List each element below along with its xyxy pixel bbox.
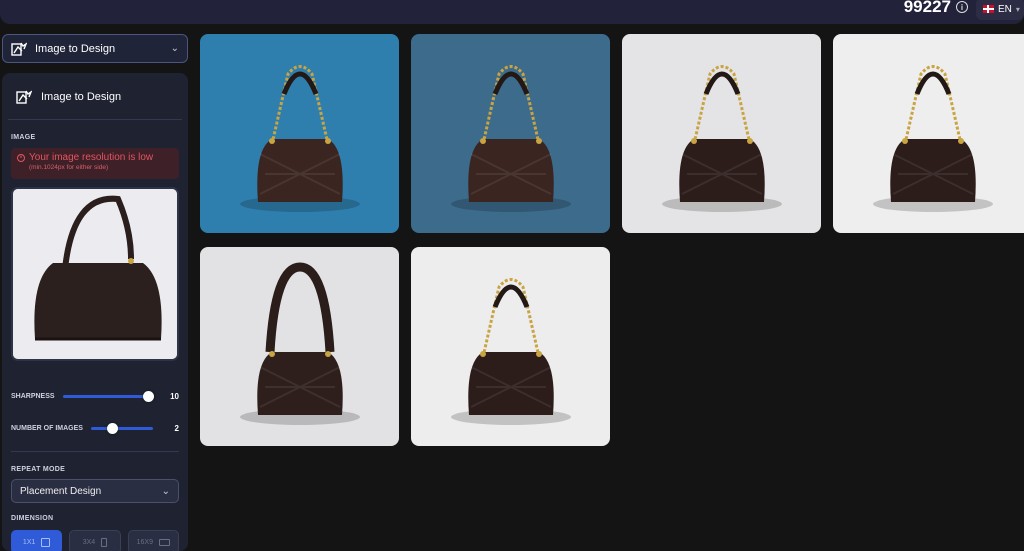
credits-count: 99227 [903,0,951,16]
resolution-warning: × Your image resolution is low (min.1024… [11,148,179,179]
image-to-design-icon [16,90,32,104]
chevron-down-icon: ▾ [1015,4,1020,14]
handbag-image [240,262,360,425]
repeat-mode-value: Placement Design [20,485,102,497]
sharpness-label: SHARPNESS [11,392,55,400]
landscape-icon [159,538,170,546]
info-icon[interactable]: i [956,1,968,13]
dimension-option-1x1[interactable]: 1X1 [11,530,63,551]
dimension-option-3x4[interactable]: 3X4 [69,530,121,551]
uploaded-image-preview[interactable] [11,187,179,361]
panel-header: Image to Design [8,73,182,120]
result-image-5[interactable] [200,247,399,446]
result-image-2[interactable] [411,34,610,233]
chevron-down-icon: ⌄ [170,43,179,54]
square-icon [41,537,51,547]
num-images-value: 2 [174,423,179,433]
settings-panel: Image to Design IMAGE × Your image resol… [2,73,188,551]
warning-title: Your image resolution is low [29,152,154,163]
image-section-label: IMAGE [11,134,36,141]
num-images-row: NUMBER OF IMAGES 2 [2,421,188,435]
chevron-down-icon: ⌄ [161,485,170,497]
top-bar: 99227 i EN ▾ [0,0,1024,24]
handbag-image [13,189,177,359]
error-icon: × [17,154,25,162]
num-images-slider-thumb[interactable] [106,422,118,434]
tool-selector-label: Image to Design [35,42,116,55]
dimension-option-16x9[interactable]: 16X9 [127,530,179,551]
panel-title: Image to Design [41,91,122,103]
sharpness-slider-thumb[interactable] [142,390,154,402]
sharpness-value: 10 [170,391,179,401]
repeat-mode-dropdown[interactable]: Placement Design ⌄ [11,479,179,503]
language-label: EN [998,3,1012,15]
sharpness-row: SHARPNESS 10 [2,389,188,403]
result-image-3[interactable] [622,34,821,233]
repeat-mode-label: REPEAT MODE [11,466,66,473]
dimension-options: 1X1 3X4 16X9 [11,530,179,551]
warning-subtitle: (min.1024px for either side) [29,164,109,171]
handbag-image [240,65,360,212]
credits-display: 99227 i [904,0,968,17]
handbag-image [451,65,571,212]
result-image-6[interactable] [411,247,610,446]
language-selector[interactable]: EN ▾ [976,0,1024,20]
sharpness-slider[interactable] [62,390,154,402]
uk-flag-icon [983,5,994,13]
tool-selector-dropdown[interactable]: Image to Design ⌄ [2,34,188,63]
dimension-option-label: 1X1 [22,538,36,546]
handbag-image [873,65,993,212]
handbag-image [451,278,571,425]
result-image-4[interactable] [833,34,1024,233]
image-to-design-icon [11,41,27,56]
portrait-icon [101,537,108,547]
dimension-label: DIMENSION [11,515,54,522]
dimension-option-label: 16X9 [136,538,153,546]
num-images-label: NUMBER OF IMAGES [11,424,83,432]
handbag-image [662,65,782,212]
result-image-1[interactable] [200,34,399,233]
dimension-option-label: 3X4 [82,538,96,546]
num-images-slider[interactable] [90,422,153,434]
